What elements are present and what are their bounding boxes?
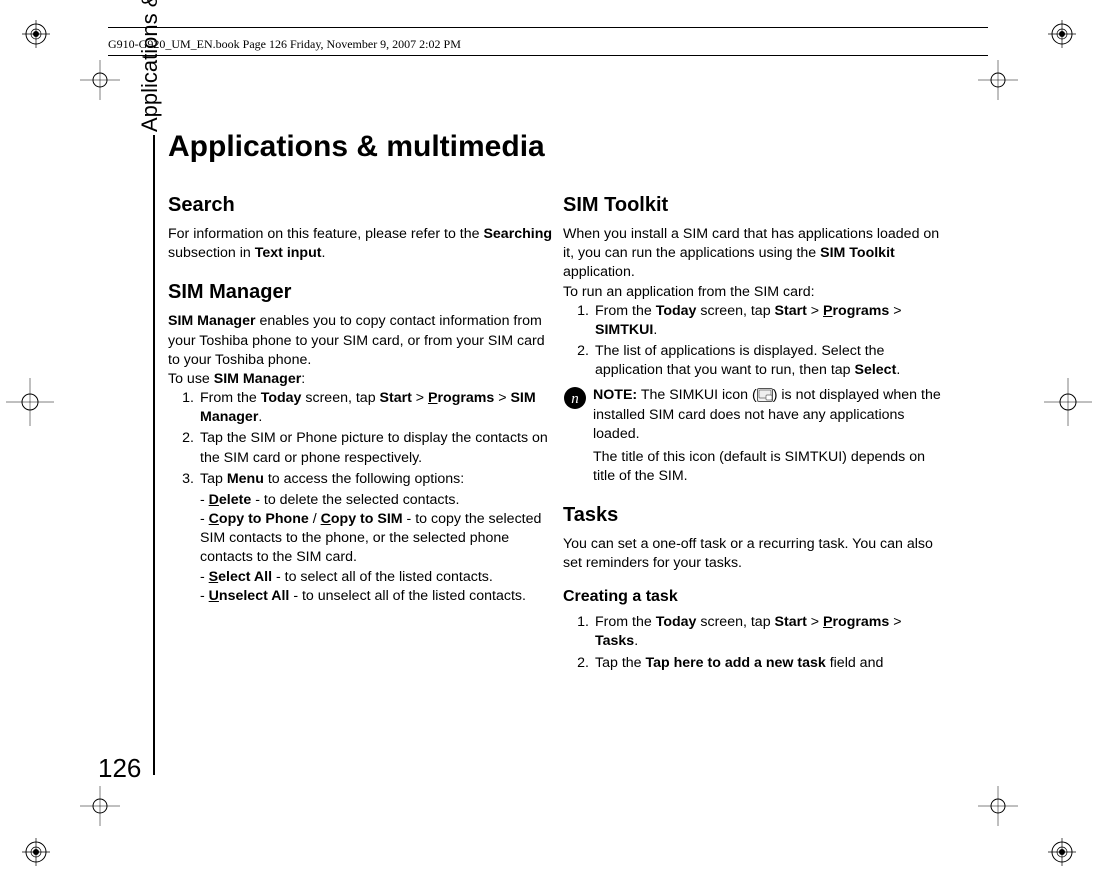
right-column: SIM Toolkit When you install a SIM card …: [563, 188, 948, 675]
register-mark-icon: [1044, 378, 1092, 426]
left-column: Search For information on this feature, …: [168, 188, 553, 606]
sim-toolkit-run: To run an application from the SIM card:: [563, 283, 948, 302]
search-heading: Search: [168, 192, 553, 219]
note-body-2: The title of this icon (default is SIMTK…: [593, 448, 948, 486]
register-mark-icon: [80, 786, 120, 826]
register-mark-icon: [978, 60, 1018, 100]
simkui-icon: [757, 388, 773, 402]
search-body: For information on this feature, please …: [168, 225, 553, 263]
crop-mark-icon: [1048, 838, 1076, 866]
step-3-unselect-all: - Unselect All - to unselect all of the …: [200, 587, 553, 606]
task-step-2: 2. Tap the Tap here to add a new task fi…: [563, 654, 948, 673]
vertical-divider: [153, 135, 155, 775]
step-2: 2. Tap the SIM or Phone picture to displ…: [168, 429, 553, 467]
sim-manager-intro: SIM Manager enables you to copy contact …: [168, 312, 553, 370]
page-title: Applications & multimedia: [168, 130, 545, 164]
sim-toolkit-intro: When you install a SIM card that has app…: [563, 225, 948, 283]
step-3-copy: - Copy to Phone / Copy to SIM - to copy …: [200, 510, 553, 568]
register-mark-icon: [80, 60, 120, 100]
step-3-select-all: - Select All - to select all of the list…: [200, 568, 553, 587]
step-1: 1. From the Today screen, tap Start > Pr…: [168, 389, 553, 427]
note-block: n NOTE: The SIMKUI icon () is not displa…: [563, 386, 948, 444]
header-rule-top: [108, 27, 988, 28]
register-mark-icon: [6, 378, 54, 426]
sim-manager-heading: SIM Manager: [168, 279, 553, 306]
register-mark-icon: [978, 786, 1018, 826]
step-3-delete: - Delete - to delete the selected contac…: [200, 491, 553, 510]
vertical-tab-label: Applications & multimedia: [137, 0, 163, 132]
sim-manager-use: To use SIM Manager:: [168, 370, 553, 389]
page-number: 126: [98, 753, 141, 784]
svg-text:n: n: [571, 391, 579, 407]
tasks-intro: You can set a one-off task or a recurrin…: [563, 535, 948, 573]
task-step-1: 1. From the Today screen, tap Start > Pr…: [563, 613, 948, 651]
creating-task-heading: Creating a task: [563, 586, 948, 608]
note-icon: n: [563, 386, 587, 410]
step-3: 3. Tap Menu to access the following opti…: [168, 470, 553, 489]
crop-mark-icon: [22, 20, 50, 48]
sim-toolkit-heading: SIM Toolkit: [563, 192, 948, 219]
crop-mark-icon: [1048, 20, 1076, 48]
crop-mark-icon: [22, 838, 50, 866]
tasks-heading: Tasks: [563, 502, 948, 529]
stk-step-2: 2. The list of applications is displayed…: [563, 342, 948, 380]
header-rule-bottom: [108, 55, 988, 56]
stk-step-1: 1. From the Today screen, tap Start > Pr…: [563, 302, 948, 340]
